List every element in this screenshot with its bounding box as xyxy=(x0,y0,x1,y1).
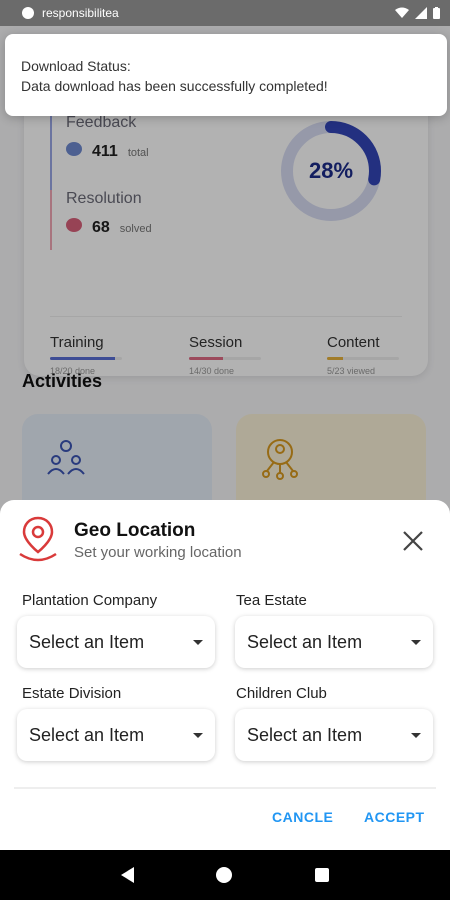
chevron-down-icon xyxy=(193,639,203,645)
children-club-select[interactable]: Select an Item xyxy=(235,709,433,761)
tea-estate-select[interactable]: Select an Item xyxy=(235,616,433,668)
recent-apps-icon[interactable] xyxy=(314,868,329,882)
signal-icon xyxy=(415,7,427,19)
toast-title: Download Status: xyxy=(21,58,131,74)
geo-location-sheet: Geo Location Set your working location P… xyxy=(0,500,450,850)
sheet-divider xyxy=(14,787,436,789)
chevron-down-icon xyxy=(193,732,203,738)
home-icon[interactable] xyxy=(216,867,233,883)
app-status-icon xyxy=(22,7,34,19)
sheet-title: Geo Location xyxy=(74,520,196,541)
estate-division-value: Select an Item xyxy=(29,724,145,745)
battery-icon xyxy=(433,7,440,19)
children-club-label: Children Club xyxy=(236,685,327,702)
close-button[interactable] xyxy=(398,526,428,556)
location-pin-icon xyxy=(19,516,57,562)
close-icon xyxy=(403,531,423,551)
system-nav-bar xyxy=(0,850,450,900)
toast-message: Data download has been successfully comp… xyxy=(21,78,328,94)
back-icon[interactable] xyxy=(121,867,135,883)
chevron-down-icon xyxy=(411,732,421,738)
plantation-company-label: Plantation Company xyxy=(22,592,158,609)
status-bar: responsibilitea xyxy=(0,0,450,26)
plantation-company-select[interactable]: Select an Item xyxy=(17,616,215,668)
status-app-name: responsibilitea xyxy=(42,6,119,20)
plantation-company-value: Select an Item xyxy=(29,631,145,652)
cancel-button[interactable]: CANCLE xyxy=(272,809,333,825)
wifi-icon xyxy=(395,7,409,18)
children-club-value: Select an Item xyxy=(247,724,363,745)
tea-estate-value: Select an Item xyxy=(247,631,363,652)
download-toast: Download Status: Data download has been … xyxy=(5,34,447,116)
sheet-subtitle: Set your working location xyxy=(74,544,242,561)
estate-division-label: Estate Division xyxy=(22,685,122,702)
estate-division-select[interactable]: Select an Item xyxy=(17,709,215,761)
accept-button[interactable]: ACCEPT xyxy=(364,809,425,825)
status-icons xyxy=(395,7,440,19)
tea-estate-label: Tea Estate xyxy=(236,592,307,609)
chevron-down-icon xyxy=(411,639,421,645)
